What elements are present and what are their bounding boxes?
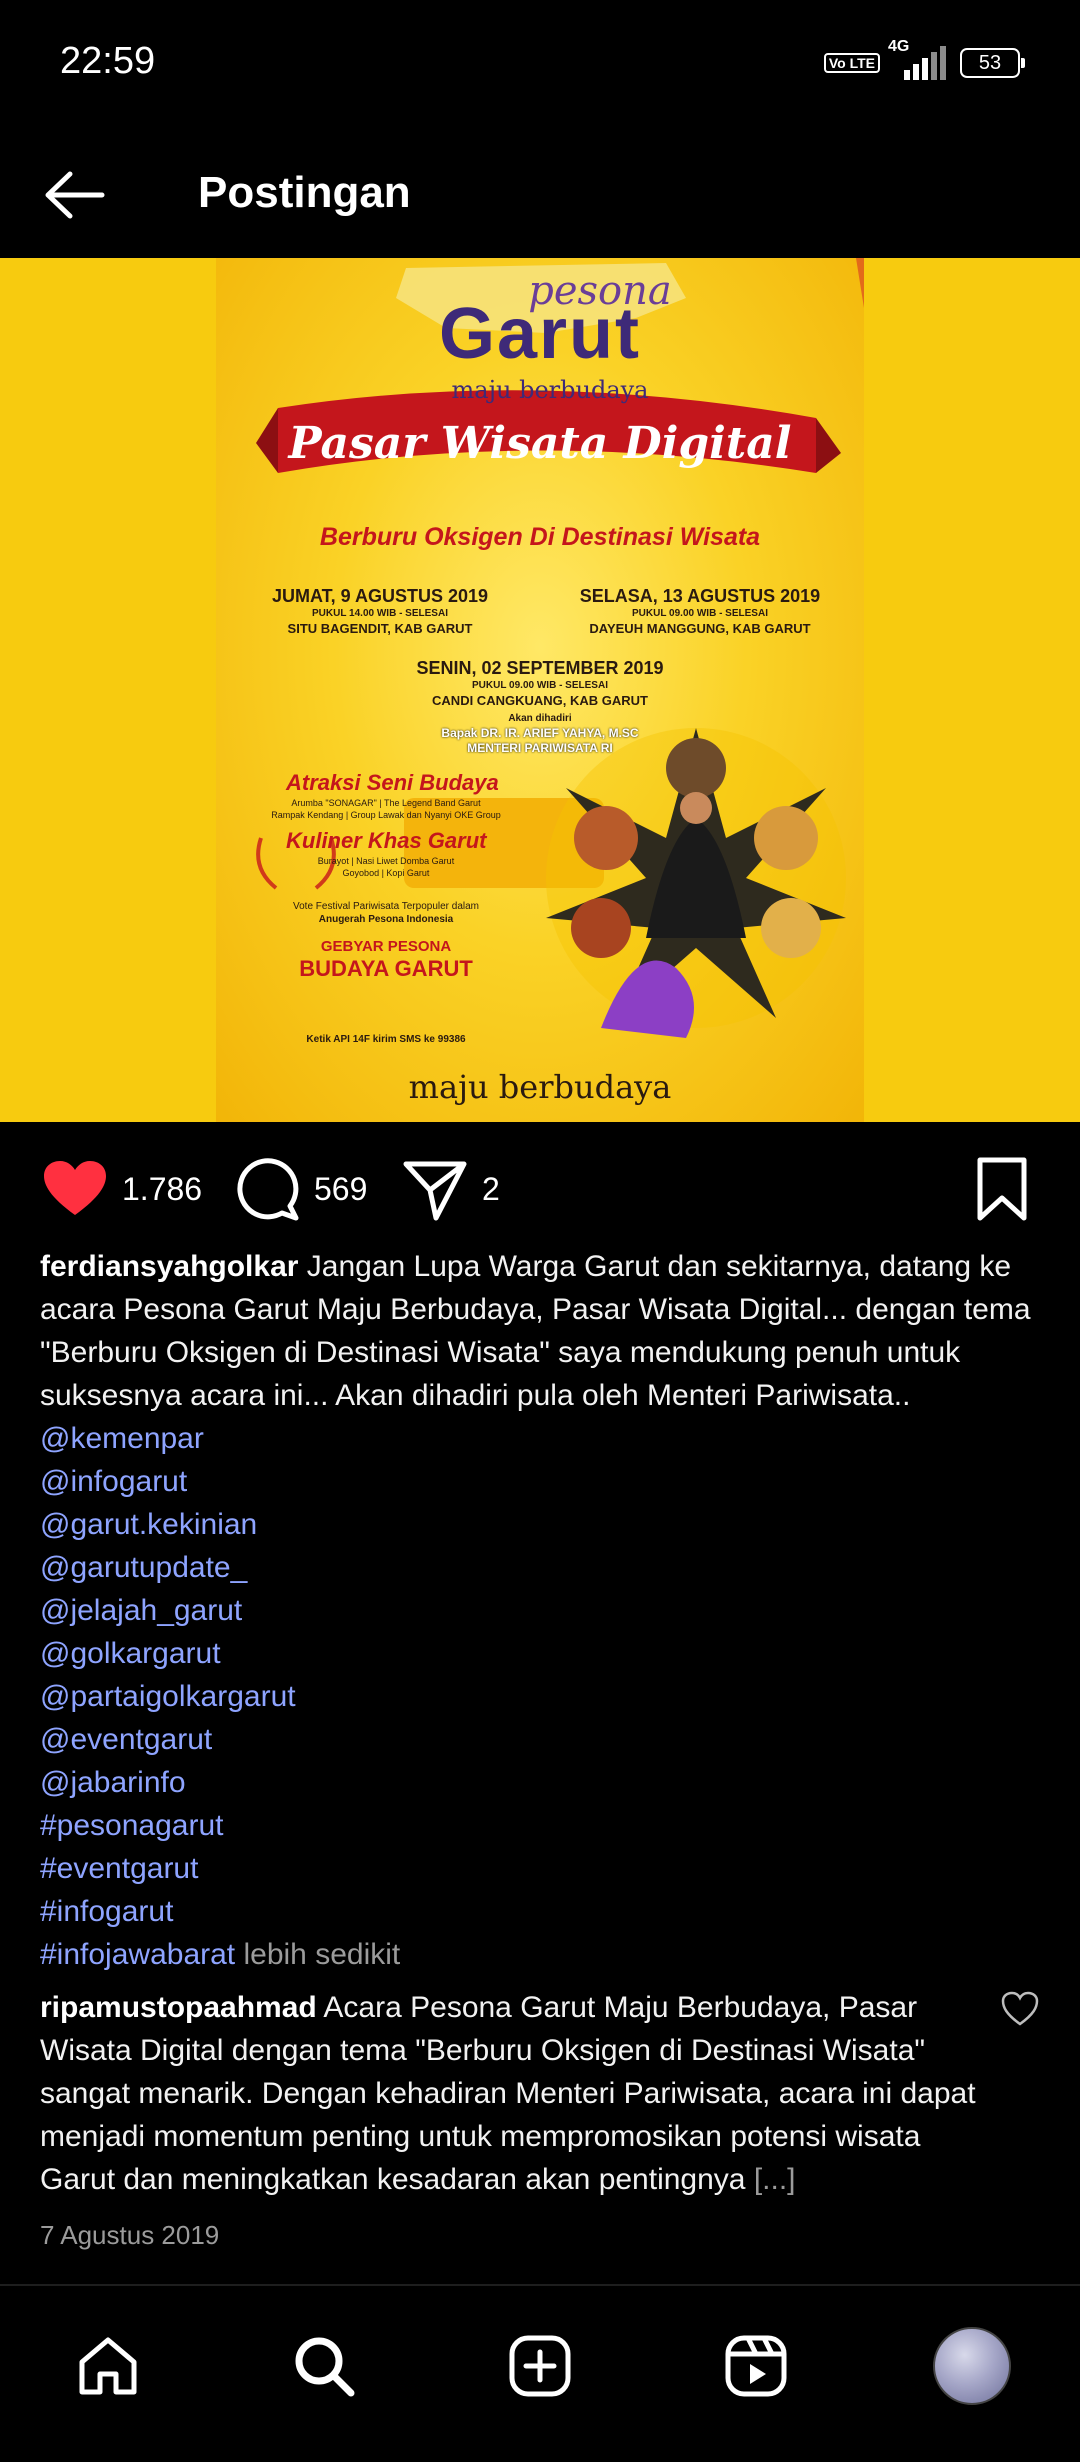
poster-sms: Ketik API 14F kirim SMS ke 99386	[306, 1034, 466, 1045]
top-bar: Postingan	[0, 130, 1080, 258]
poster-section2-title: Kuliner Khas Garut	[286, 828, 487, 853]
caption-tag[interactable]: #pesonagarut	[40, 1804, 1050, 1847]
comment-preview: ripamustopaahmad Acara Pesona Garut Maju…	[40, 1986, 980, 2201]
comment-author[interactable]: ripamustopaahmad	[40, 1991, 317, 2024]
poster-event3-date: SENIN, 02 SEPTEMBER 2019	[416, 658, 664, 678]
poster-section1-line1: Arumba "SONAGAR" | The Legend Band Garut	[291, 798, 481, 808]
share-count: 2	[482, 1170, 500, 1207]
poster-event3-place: CANDI CANGKUANG, KAB GARUT	[432, 693, 648, 708]
caption-tag[interactable]: #infojawabarat	[40, 1938, 235, 1971]
post-actions: 1.786 569 2	[0, 1122, 1080, 1252]
poster-section2-line1: Burayot | Nasi Liwet Domba Garut	[317, 856, 455, 866]
nav-reels[interactable]	[716, 2326, 796, 2406]
show-less-link[interactable]: lebih sedikit	[235, 1938, 400, 1971]
back-arrow-icon	[45, 171, 105, 219]
comment-like-button[interactable]	[1000, 1990, 1040, 2030]
comment-more-link[interactable]: [...]	[754, 2163, 796, 2196]
caption-tag[interactable]: @jabarinfo	[40, 1761, 1050, 1804]
bookmark-icon	[977, 1157, 1027, 1221]
nav-profile[interactable]	[932, 2326, 1012, 2406]
like-count: 1.786	[122, 1170, 203, 1207]
poster-gebyar-line1: GEBYAR PESONA	[320, 938, 452, 955]
poster-event2-place: DAYEUH MANGGUNG, KAB GARUT	[589, 621, 811, 636]
home-icon	[79, 2337, 137, 2395]
share-icon	[403, 1161, 467, 1221]
create-icon	[509, 2335, 571, 2397]
comment-count: 569	[314, 1170, 368, 1207]
status-icons: Vo LTE 4G 53	[823, 38, 1025, 80]
profile-avatar	[933, 2327, 1011, 2405]
caption-tag[interactable]: @garut.kekinian	[40, 1503, 1050, 1546]
poster-footer: maju berbudaya	[408, 1068, 672, 1106]
caption-tag[interactable]: @partaigolkargarut	[40, 1675, 1050, 1718]
caption-tag[interactable]: @eventgarut	[40, 1718, 1050, 1761]
share-button[interactable]: 2	[402, 1154, 500, 1224]
bottom-navigation	[0, 2284, 1080, 2462]
poster-section2-line2: Goyobod | Kopi Garut	[342, 868, 430, 878]
nav-search[interactable]	[284, 2326, 364, 2406]
poster-section1-title: Atraksi Seni Budaya	[286, 770, 499, 795]
heart-icon	[44, 1161, 106, 1215]
like-button[interactable]: 1.786	[42, 1154, 202, 1224]
poster-section1-line2: Rampak Kendang | Group Lawak dan Nyanyi …	[271, 810, 501, 820]
search-icon	[295, 2337, 355, 2397]
caption-tag[interactable]: @kemenpar	[40, 1417, 1050, 1460]
battery-level: 53	[978, 51, 1002, 74]
status-time: 22:59	[60, 40, 156, 82]
poster-tagline-top: maju berbudaya	[451, 376, 649, 404]
caption-tag[interactable]: #infogarut	[40, 1890, 1050, 1933]
battery-icon: 53	[960, 48, 1025, 78]
caption-tag[interactable]: @jelajah_garut	[40, 1589, 1050, 1632]
heart-outline-icon	[1001, 1991, 1039, 2026]
caption-tag[interactable]: @golkargarut	[40, 1632, 1050, 1675]
caption-tag[interactable]: @garutupdate_	[40, 1546, 1050, 1589]
reels-icon	[725, 2335, 787, 2397]
poster-event2-date: SELASA, 13 AGUSTUS 2019	[579, 586, 821, 606]
poster-gebyar-line2: BUDAYA GARUT	[299, 956, 473, 981]
volte-icon: Vo LTE	[823, 53, 880, 73]
poster-vote-line2: Anugerah Pesona Indonesia	[318, 914, 454, 925]
caption-author[interactable]: ferdiansyahgolkar	[40, 1250, 298, 1283]
nav-home[interactable]	[68, 2326, 148, 2406]
poster-attended-role: MENTERI PARIWISATA RI	[467, 741, 613, 755]
poster-brand-main: Garut	[438, 294, 642, 374]
back-button[interactable]	[40, 160, 110, 230]
status-bar: 22:59 Vo LTE 4G 53	[0, 0, 1080, 130]
poster-attended-name: Bapak DR. IR. ARIEF YAHYA, M.SC	[441, 726, 639, 740]
signal-icon: 4G	[888, 38, 946, 80]
post-image[interactable]: pesona Garut maju berbudaya Pasar Wisata…	[0, 258, 1080, 1122]
caption-tag[interactable]: @infogarut	[40, 1460, 1050, 1503]
network-type: 4G	[888, 38, 910, 55]
nav-create[interactable]	[500, 2326, 580, 2406]
poster-vote-line1: Vote Festival Pariwisata Terpopuler dala…	[292, 901, 480, 912]
post-date: 7 Agustus 2019	[40, 2220, 220, 2250]
post-caption: ferdiansyahgolkar Jangan Lupa Warga Garu…	[40, 1245, 1050, 1976]
poster-event2-time: PUKUL 09.00 WIB - SELESAI	[632, 608, 768, 619]
comment-button[interactable]: 569	[234, 1154, 367, 1224]
caption-tag[interactable]: #eventgarut	[40, 1847, 1050, 1890]
poster-subtitle: Berburu Oksigen Di Destinasi Wisata	[319, 523, 761, 551]
save-button[interactable]	[974, 1154, 1030, 1224]
poster-attended-label: Akan dihadiri	[508, 713, 572, 724]
event-poster: pesona Garut maju berbudaya Pasar Wisata…	[216, 258, 864, 1122]
poster-banner: Pasar Wisata Digital	[288, 418, 792, 469]
page-title: Postingan	[198, 168, 411, 217]
comment-icon	[237, 1158, 299, 1221]
poster-event3-time: PUKUL 09.00 WIB - SELESAI	[472, 680, 608, 691]
